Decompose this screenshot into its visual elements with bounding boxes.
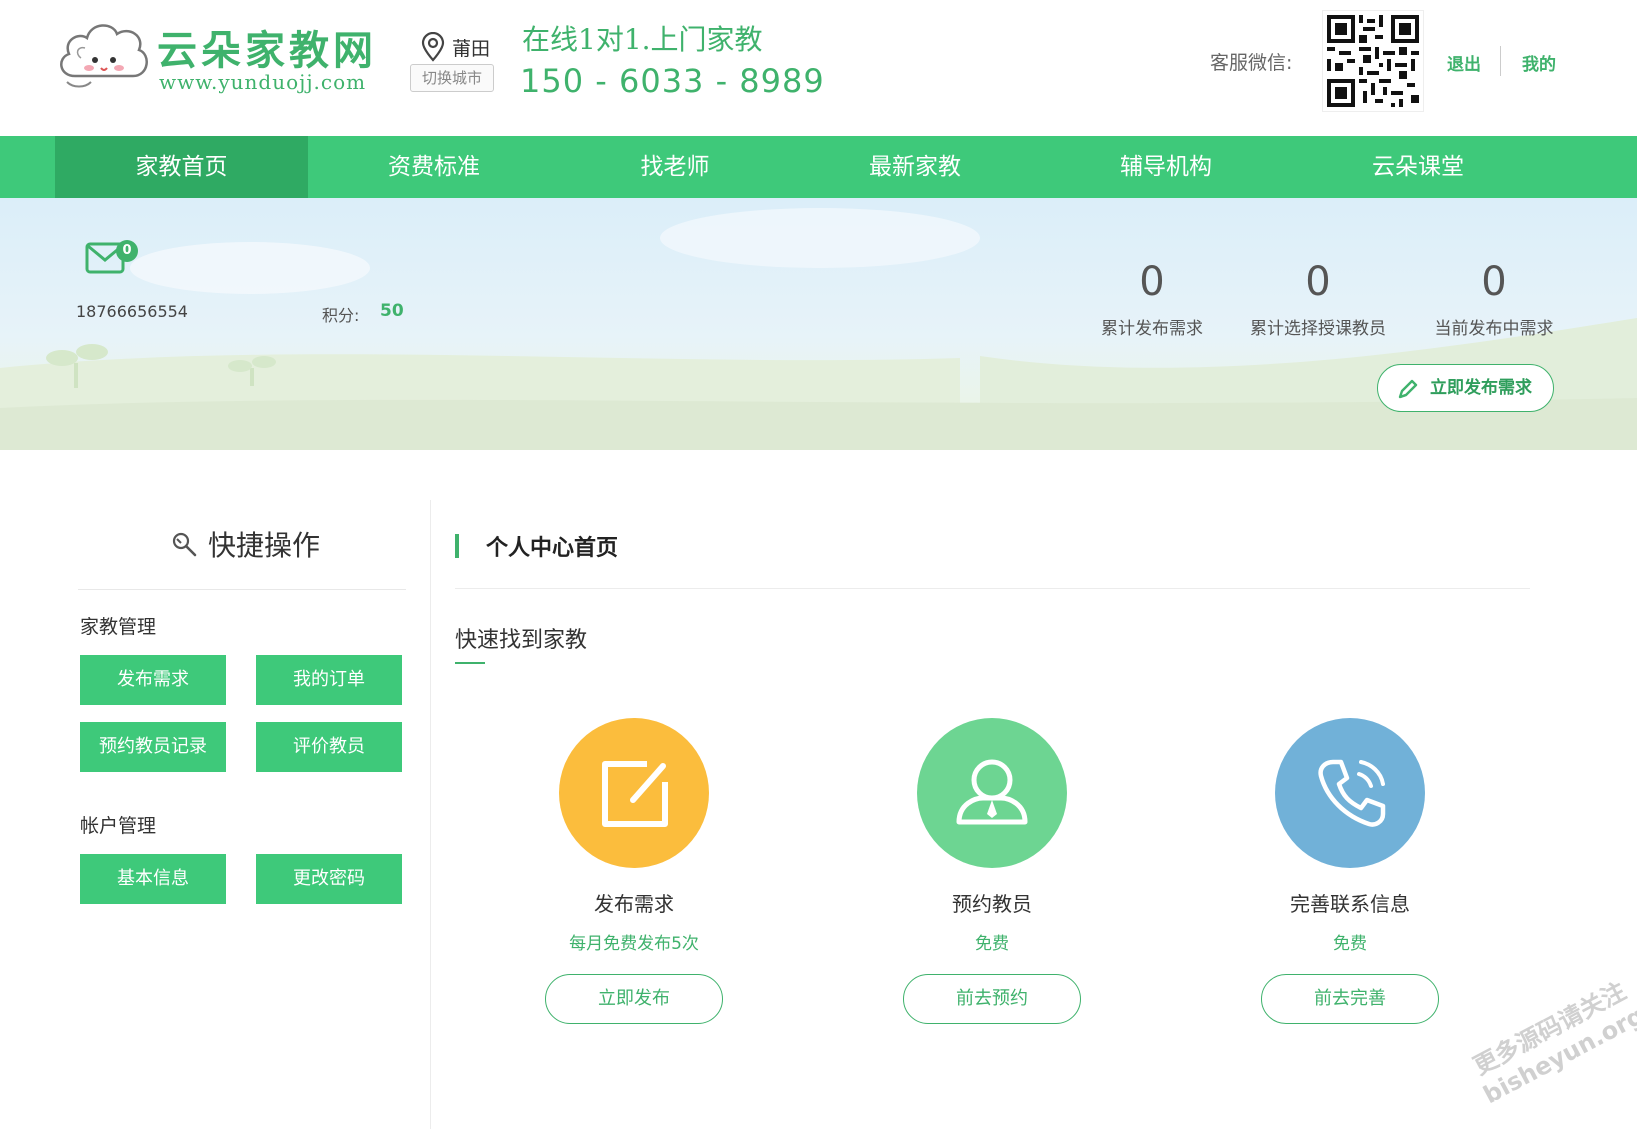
card-title: 发布需求 bbox=[594, 892, 674, 916]
mine-link[interactable]: 我的 bbox=[1522, 50, 1556, 75]
stat-total-teachers-selected: 0 累计选择授课教员 bbox=[1228, 256, 1408, 339]
wechat-qr-code bbox=[1322, 10, 1424, 112]
message-count-badge: 0 bbox=[116, 240, 138, 262]
user-phone: 18766656554 bbox=[76, 302, 188, 321]
card-contact-info: 完善联系信息 免费 前去完善 bbox=[1225, 718, 1475, 1024]
stat-total-published: 0 累计发布需求 bbox=[1062, 256, 1242, 339]
hotline-number: 150 - 6033 - 8989 bbox=[520, 62, 825, 100]
site-logo[interactable]: 云朵家教网 www.yunduojj.com bbox=[55, 14, 385, 94]
site-header: 云朵家教网 www.yunduojj.com 莆田 切换城市 在线1对1.上门家… bbox=[0, 0, 1637, 136]
wrench-icon bbox=[172, 532, 197, 557]
card-icon-circle[interactable] bbox=[917, 718, 1067, 868]
logo-title: 云朵家教网 bbox=[157, 27, 377, 74]
group-title-tutoring: 家教管理 bbox=[80, 616, 157, 638]
publish-demand-side-button[interactable]: 发布需求 bbox=[80, 655, 226, 705]
location-pin-icon bbox=[421, 32, 445, 62]
main-nav: 家教首页 资费标准 找老师 最新家教 辅导机构 云朵课堂 bbox=[0, 136, 1637, 198]
card-title: 完善联系信息 bbox=[1290, 892, 1410, 916]
points-label: 积分: bbox=[322, 306, 360, 325]
card-publish-demand: 发布需求 每月免费发布5次 立即发布 bbox=[509, 718, 759, 1024]
current-city: 莆田 bbox=[452, 38, 491, 60]
watermark: 更多源码请关注 bisheyun.org bbox=[1464, 974, 1637, 1110]
quick-actions-header: 快捷操作 bbox=[78, 510, 406, 590]
card-icon-circle[interactable] bbox=[559, 718, 709, 868]
logo-url: www.yunduojj.com bbox=[159, 70, 367, 94]
quick-actions-title: 快捷操作 bbox=[208, 529, 321, 562]
go-book-button[interactable]: 前去预约 bbox=[903, 974, 1081, 1024]
stat-label: 累计选择授课教员 bbox=[1250, 319, 1386, 339]
publish-now-button[interactable]: 立即发布 bbox=[545, 974, 723, 1024]
header-separator bbox=[1500, 46, 1501, 76]
service-wechat-label: 客服微信: bbox=[1210, 52, 1293, 74]
go-complete-button[interactable]: 前去完善 bbox=[1261, 974, 1439, 1024]
edit-icon bbox=[602, 761, 668, 827]
slogan: 在线1对1.上门家教 bbox=[522, 23, 763, 56]
nav-home[interactable]: 家教首页 bbox=[55, 136, 308, 198]
rate-teacher-button[interactable]: 评价教员 bbox=[256, 722, 402, 772]
title-divider bbox=[455, 588, 1530, 589]
sidebar-divider bbox=[430, 500, 431, 1129]
card-icon-circle[interactable] bbox=[1275, 718, 1425, 868]
publish-demand-label: 立即发布需求 bbox=[1430, 378, 1532, 398]
section-underline bbox=[455, 662, 485, 664]
city-selector[interactable]: 莆田 切换城市 bbox=[410, 30, 500, 92]
page-title: 个人中心首页 bbox=[486, 536, 619, 561]
nav-institutions[interactable]: 辅导机构 bbox=[1040, 136, 1292, 198]
nav-find-teacher[interactable]: 找老师 bbox=[560, 136, 790, 198]
cloud-mascot-icon bbox=[60, 24, 148, 88]
change-password-button[interactable]: 更改密码 bbox=[256, 854, 402, 904]
stat-label: 累计发布需求 bbox=[1101, 319, 1203, 339]
switch-city-button[interactable]: 切换城市 bbox=[410, 64, 494, 92]
title-accent-bar bbox=[455, 534, 459, 558]
nav-pricing[interactable]: 资费标准 bbox=[308, 136, 560, 198]
my-orders-button[interactable]: 我的订单 bbox=[256, 655, 402, 705]
publish-demand-button[interactable]: 立即发布需求 bbox=[1377, 364, 1554, 412]
card-book-teacher: 预约教员 免费 前去预约 bbox=[867, 718, 1117, 1024]
pencil-icon bbox=[1398, 379, 1418, 399]
card-subtitle: 每月免费发布5次 bbox=[569, 934, 699, 954]
booking-records-button[interactable]: 预约教员记录 bbox=[80, 722, 226, 772]
stat-value: 0 bbox=[1481, 259, 1507, 305]
card-subtitle: 免费 bbox=[1333, 934, 1367, 954]
stat-value: 0 bbox=[1305, 259, 1331, 305]
basic-info-button[interactable]: 基本信息 bbox=[80, 854, 226, 904]
section-title: 快速找到家教 bbox=[455, 628, 588, 653]
nav-latest-tutoring[interactable]: 最新家教 bbox=[790, 136, 1040, 198]
logout-link[interactable]: 退出 bbox=[1447, 50, 1481, 75]
qr-code-icon bbox=[1323, 11, 1423, 111]
phone-icon bbox=[1318, 759, 1386, 827]
stat-label: 当前发布中需求 bbox=[1434, 319, 1554, 339]
card-subtitle: 免费 bbox=[975, 934, 1009, 954]
nav-classroom[interactable]: 云朵课堂 bbox=[1292, 136, 1544, 198]
teacher-icon bbox=[956, 759, 1028, 825]
group-title-account: 帐户管理 bbox=[80, 815, 157, 837]
stat-value: 0 bbox=[1139, 259, 1165, 305]
points-value: 50 bbox=[380, 301, 404, 321]
card-title: 预约教员 bbox=[952, 892, 1032, 916]
stat-currently-published: 0 当前发布中需求 bbox=[1404, 256, 1584, 339]
